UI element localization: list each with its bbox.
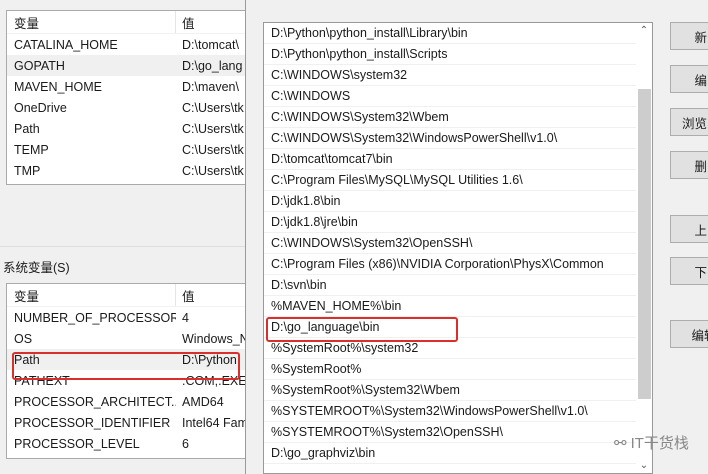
variable-value: Intel64 Fam	[182, 415, 245, 430]
scrollbar[interactable]: ⌃ ⌄	[636, 23, 652, 473]
path-entry[interactable]: %SYSTEMROOT%\System32\OpenSSH\	[264, 422, 637, 443]
variable-value: 6	[182, 436, 189, 451]
variable-name: GOPATH	[14, 58, 65, 73]
variable-name: PROCESSOR_LEVEL	[14, 436, 140, 451]
table-row[interactable]: Path C:\Users\tk	[7, 118, 245, 139]
variable-value: C:\Users\tk	[182, 142, 244, 157]
edit-text-button[interactable]: 编辑文	[670, 320, 708, 348]
table-row[interactable]: OneDrive C:\Users\tk	[7, 97, 245, 118]
variable-value: 4	[182, 310, 189, 325]
scroll-down-icon[interactable]: ⌄	[638, 460, 650, 471]
variable-value: D:\go_lang	[182, 58, 243, 73]
variable-name: MAVEN_HOME	[14, 79, 102, 94]
path-entry[interactable]: D:\svn\bin	[264, 275, 637, 296]
variable-value: C:\Users\tk	[182, 163, 244, 178]
path-entry[interactable]: D:\Python\python_install\Scripts	[264, 44, 637, 65]
path-entry[interactable]: %SystemRoot%\System32\Wbem	[264, 380, 637, 401]
system-variables-label: 系统变量(S)	[3, 261, 70, 275]
variable-name: TEMP	[14, 142, 49, 157]
path-entry[interactable]: C:\Program Files (x86)\NVIDIA Corporatio…	[264, 254, 637, 275]
variable-name: TMP	[14, 163, 41, 178]
move-down-button[interactable]: 下	[670, 257, 708, 285]
table-row[interactable]: PROCESSOR_ARCHITECT... AMD64	[7, 391, 245, 412]
path-entry[interactable]: C:\WINDOWS\System32\WindowsPowerShell\v1…	[264, 128, 637, 149]
user-variables-table: 变量 值 CATALINA_HOME D:\tomcat\ GOPATH D:\go_…	[6, 10, 246, 185]
wechat-icon: ⚯	[614, 434, 627, 452]
path-entry[interactable]: %SYSTEMROOT%\System32\WindowsPowerShell\…	[264, 401, 637, 422]
table-row[interactable]: CATALINA_HOME D:\tomcat\	[7, 34, 245, 55]
watermark-text: IT干货栈	[630, 435, 689, 452]
path-entry[interactable]: %SystemRoot%	[264, 359, 637, 380]
scroll-up-icon[interactable]: ⌃	[638, 25, 650, 36]
table-row[interactable]: PROCESSOR_IDENTIFIER Intel64 Fam	[7, 412, 245, 433]
table-row[interactable]: TEMP C:\Users\tk	[7, 139, 245, 160]
table-row[interactable]: GOPATH D:\go_lang	[7, 55, 245, 76]
variable-name: NUMBER_OF_PROCESSORS	[14, 310, 176, 325]
path-entry[interactable]: D:\go_graphviz\bin	[264, 443, 637, 464]
variable-value: C:\Users\tk	[182, 100, 244, 115]
variable-value: C:\Users\tk	[182, 121, 244, 136]
variable-name: PROCESSOR_IDENTIFIER	[14, 415, 171, 430]
scrollbar-thumb[interactable]	[638, 89, 651, 399]
variable-name: PROCESSOR_ARCHITECT...	[14, 394, 176, 409]
highlight-box-go-path	[266, 317, 458, 342]
path-entry[interactable]: D:\jdk1.8\bin	[264, 191, 637, 212]
path-entry[interactable]: C:\WINDOWS\System32\Wbem	[264, 107, 637, 128]
browse-button[interactable]: 浏览	[670, 108, 708, 136]
path-entries-list: D:\Python\python_install\Library\bin D:\P…	[263, 22, 653, 474]
environment-variables-panel: 变量 值 CATALINA_HOME D:\tomcat\ GOPATH D:\go_…	[0, 0, 246, 474]
table-header: 变量 值	[7, 284, 245, 307]
path-entry[interactable]: D:\tomcat\tomcat7\bin	[264, 149, 637, 170]
column-header-value[interactable]: 值	[176, 13, 245, 32]
variable-value: AMD64	[182, 394, 224, 409]
table-row[interactable]: TMP C:\Users\tk	[7, 160, 245, 181]
column-header-variable[interactable]: 变量	[7, 284, 176, 306]
edit-path-dialog: D:\Python\python_install\Library\bin D:\P…	[246, 0, 708, 474]
new-button[interactable]: 新	[670, 22, 708, 50]
watermark: ⚯ IT干货栈	[614, 432, 689, 453]
variable-value: Windows_N	[182, 331, 245, 346]
variable-value: D:\tomcat\	[182, 37, 239, 52]
variable-value: D:\maven\	[182, 79, 239, 94]
path-entry[interactable]: C:\WINDOWS\System32\OpenSSH\	[264, 233, 637, 254]
table-row[interactable]: OS Windows_N	[7, 328, 245, 349]
column-header-variable[interactable]: 变量	[7, 11, 176, 33]
variable-name: OneDrive	[14, 100, 67, 115]
move-up-button[interactable]: 上	[670, 215, 708, 243]
table-header: 变量 值	[7, 11, 245, 34]
path-entry[interactable]: C:\Program Files\MySQL\MySQL Utilities 1…	[264, 170, 637, 191]
variable-name: OS	[14, 331, 33, 346]
path-entry[interactable]: C:\WINDOWS\system32	[264, 65, 637, 86]
path-entry[interactable]: D:\jdk1.8\jre\bin	[264, 212, 637, 233]
edit-button[interactable]: 编	[670, 65, 708, 93]
delete-button[interactable]: 删	[670, 151, 708, 179]
table-row[interactable]: MAVEN_HOME D:\maven\	[7, 76, 245, 97]
variable-name: CATALINA_HOME	[14, 37, 118, 52]
table-row[interactable]: PROCESSOR_LEVEL 6	[7, 433, 245, 454]
path-entry[interactable]: D:\Python\python_install\Library\bin	[264, 23, 637, 44]
variable-name: Path	[14, 121, 40, 136]
highlight-box-path-variable	[12, 352, 240, 380]
path-entry[interactable]: C:\WINDOWS	[264, 86, 637, 107]
table-row[interactable]: NUMBER_OF_PROCESSORS 4	[7, 307, 245, 328]
column-header-value[interactable]: 值	[176, 286, 245, 305]
path-entry[interactable]: %MAVEN_HOME%\bin	[264, 296, 637, 317]
divider	[0, 246, 245, 247]
